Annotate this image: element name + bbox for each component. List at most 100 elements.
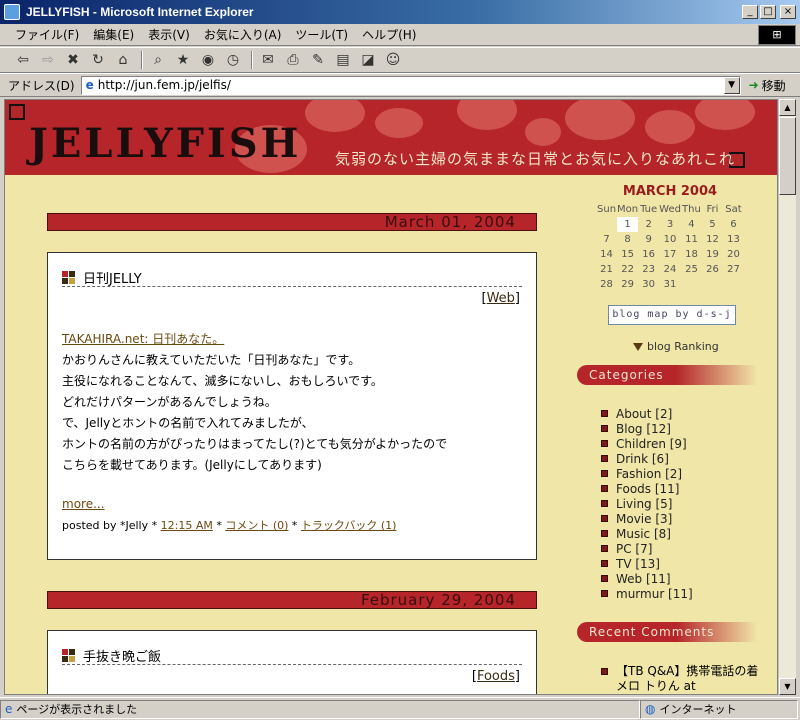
- forward-icon[interactable]: ⇨: [37, 50, 59, 70]
- calendar-day: 5: [709, 219, 716, 230]
- calendar-day: 27: [727, 264, 740, 275]
- entry-title[interactable]: 手抜き晩ご飯: [83, 646, 161, 665]
- category-item-link[interactable]: Drink [6]: [616, 452, 669, 466]
- minimize-button[interactable]: _: [742, 5, 758, 19]
- menu-help[interactable]: ヘルプ(H): [355, 24, 423, 45]
- calendar-day: 2: [645, 219, 652, 230]
- category-item: TV [13]: [601, 556, 693, 571]
- category-item-link[interactable]: Web [11]: [616, 572, 671, 586]
- category-item-link[interactable]: PC [7]: [616, 542, 652, 556]
- go-label: 移動: [761, 78, 786, 93]
- menu-file[interactable]: ファイル(F): [8, 24, 86, 45]
- address-label: アドレス(D): [8, 78, 75, 93]
- category-item-link[interactable]: Movie [3]: [616, 512, 672, 526]
- calendar-day: 6: [730, 219, 737, 230]
- trackback-link[interactable]: トラックバック (1): [301, 519, 397, 532]
- permalink-time[interactable]: 12:15 AM: [161, 519, 213, 532]
- category-link[interactable]: Web: [487, 291, 515, 306]
- menu-view[interactable]: 表示(V): [141, 24, 197, 45]
- category-item-link[interactable]: Living [5]: [616, 497, 673, 511]
- maximize-button[interactable]: □: [760, 5, 776, 19]
- vertical-scrollbar[interactable]: ▲ ▼: [778, 99, 796, 695]
- category-item-link[interactable]: Fashion [2]: [616, 467, 682, 481]
- address-dropdown-icon[interactable]: ▼: [723, 76, 740, 94]
- media-icon[interactable]: ◉: [197, 50, 219, 70]
- status-text: ページが表示されました: [16, 703, 138, 716]
- status-zone: インターネット: [659, 703, 737, 716]
- refresh-icon[interactable]: ↻: [87, 50, 109, 70]
- date-header: March 01, 2004: [47, 213, 537, 231]
- triangle-down-icon: [633, 342, 643, 351]
- more-link[interactable]: more...: [62, 497, 105, 511]
- history-icon[interactable]: ◷: [222, 50, 244, 70]
- back-icon[interactable]: ⇦: [12, 50, 34, 70]
- category-item-link[interactable]: murmur [11]: [616, 587, 693, 601]
- discuss-icon[interactable]: ▤: [332, 50, 354, 70]
- messenger-icon[interactable]: ☺: [382, 50, 404, 70]
- stop-icon[interactable]: ✖: [62, 50, 84, 70]
- comments-link[interactable]: コメント (0): [225, 519, 288, 532]
- category-item: Movie [3]: [601, 511, 693, 526]
- search-icon[interactable]: ⌕: [147, 50, 169, 70]
- calendar-day-header: Wed: [659, 204, 681, 215]
- category-item-link[interactable]: Foods [11]: [616, 482, 679, 496]
- close-button[interactable]: ×: [780, 5, 796, 19]
- blog-tagline: 気弱のない主婦の気ままな日常とお気に入りなあれこれ: [335, 150, 736, 168]
- entry-category: [Foods]: [471, 669, 520, 684]
- go-arrow-icon: ➜: [748, 78, 759, 92]
- category-item: Living [5]: [601, 496, 693, 511]
- menu-tools[interactable]: ツール(T): [288, 24, 355, 45]
- page-viewport: JELLYFISH 気弱のない主婦の気ままな日常とお気に入りなあれこれ Marc…: [4, 99, 778, 695]
- print-icon[interactable]: ⎙: [282, 50, 304, 70]
- calendar-day: 18: [685, 249, 698, 260]
- calendar-day: 4: [688, 219, 695, 230]
- calendar-day: 14: [600, 249, 613, 260]
- spiral-ornament-icon: [9, 104, 25, 120]
- calendar-day: 28: [600, 279, 613, 290]
- category-item-link[interactable]: About [2]: [616, 407, 672, 421]
- address-url[interactable]: http://jun.fem.jp/jelfis/: [98, 78, 231, 92]
- entry-title-row: 日刊JELLY: [62, 269, 522, 287]
- entry-title-row: 手抜き晩ご飯: [62, 647, 522, 665]
- category-link[interactable]: Foods: [477, 669, 515, 684]
- calendar-day: 19: [706, 249, 719, 260]
- blog-ranking-link[interactable]: blog Ranking: [633, 340, 719, 353]
- category-item: Blog [12]: [601, 421, 693, 436]
- recent-comment-link[interactable]: 【TB Q&A】携帯電話の着メロ トりん at 2004.02.28: [616, 664, 761, 694]
- bullet-icon: [601, 668, 608, 675]
- calendar-day-link[interactable]: 1: [617, 217, 639, 232]
- calendar-day: 21: [600, 264, 613, 275]
- edit-icon[interactable]: ✎: [307, 50, 329, 70]
- entry-title[interactable]: 日刊JELLY: [83, 268, 142, 287]
- scroll-up-icon[interactable]: ▲: [779, 99, 796, 116]
- research-icon[interactable]: ◪: [357, 50, 379, 70]
- entry-bullet-icon: [62, 649, 75, 662]
- favorites-icon[interactable]: ★: [172, 50, 194, 70]
- calendar-day: [723, 277, 744, 292]
- category-item: Web [11]: [601, 571, 693, 586]
- menu-edit[interactable]: 編集(E): [86, 24, 141, 45]
- blog-banner[interactable]: JELLYFISH 気弱のない主婦の気ままな日常とお気に入りなあれこれ: [5, 100, 777, 175]
- home-icon[interactable]: ⌂: [112, 50, 134, 70]
- calendar-day: 9: [645, 234, 652, 245]
- entry-bullet-icon: [62, 271, 75, 284]
- scroll-down-icon[interactable]: ▼: [779, 678, 796, 695]
- blog-map-badge[interactable]: blog map by d-s-j: [608, 305, 736, 325]
- address-input[interactable]: e http://jun.fem.jp/jelfis/ ▼: [80, 75, 741, 95]
- category-item-link[interactable]: Music [8]: [616, 527, 671, 541]
- date-header: February 29, 2004: [47, 591, 537, 609]
- bullet-icon: [601, 515, 608, 522]
- category-item-link[interactable]: Blog [12]: [616, 422, 671, 436]
- recent-comments-header: Recent Comments: [577, 622, 757, 642]
- posted-by-line: posted by *Jelly * 12:15 AM * コメント (0) *…: [62, 519, 397, 532]
- category-item-link[interactable]: TV [13]: [616, 557, 660, 571]
- category-item-link[interactable]: Children [9]: [616, 437, 687, 451]
- go-button[interactable]: ➜ 移動: [749, 77, 786, 94]
- entry-external-link[interactable]: TAKAHIRA.net: 日刊あなた。: [62, 332, 224, 346]
- calendar-day-header: Thu: [682, 204, 701, 215]
- bullet-icon: [601, 545, 608, 552]
- menu-favorites[interactable]: お気に入り(A): [197, 24, 289, 45]
- categories-list: About [2] Blog [12] Children [9] Drink […: [601, 406, 693, 601]
- scroll-thumb[interactable]: [779, 117, 796, 195]
- mail-icon[interactable]: ✉: [257, 50, 279, 70]
